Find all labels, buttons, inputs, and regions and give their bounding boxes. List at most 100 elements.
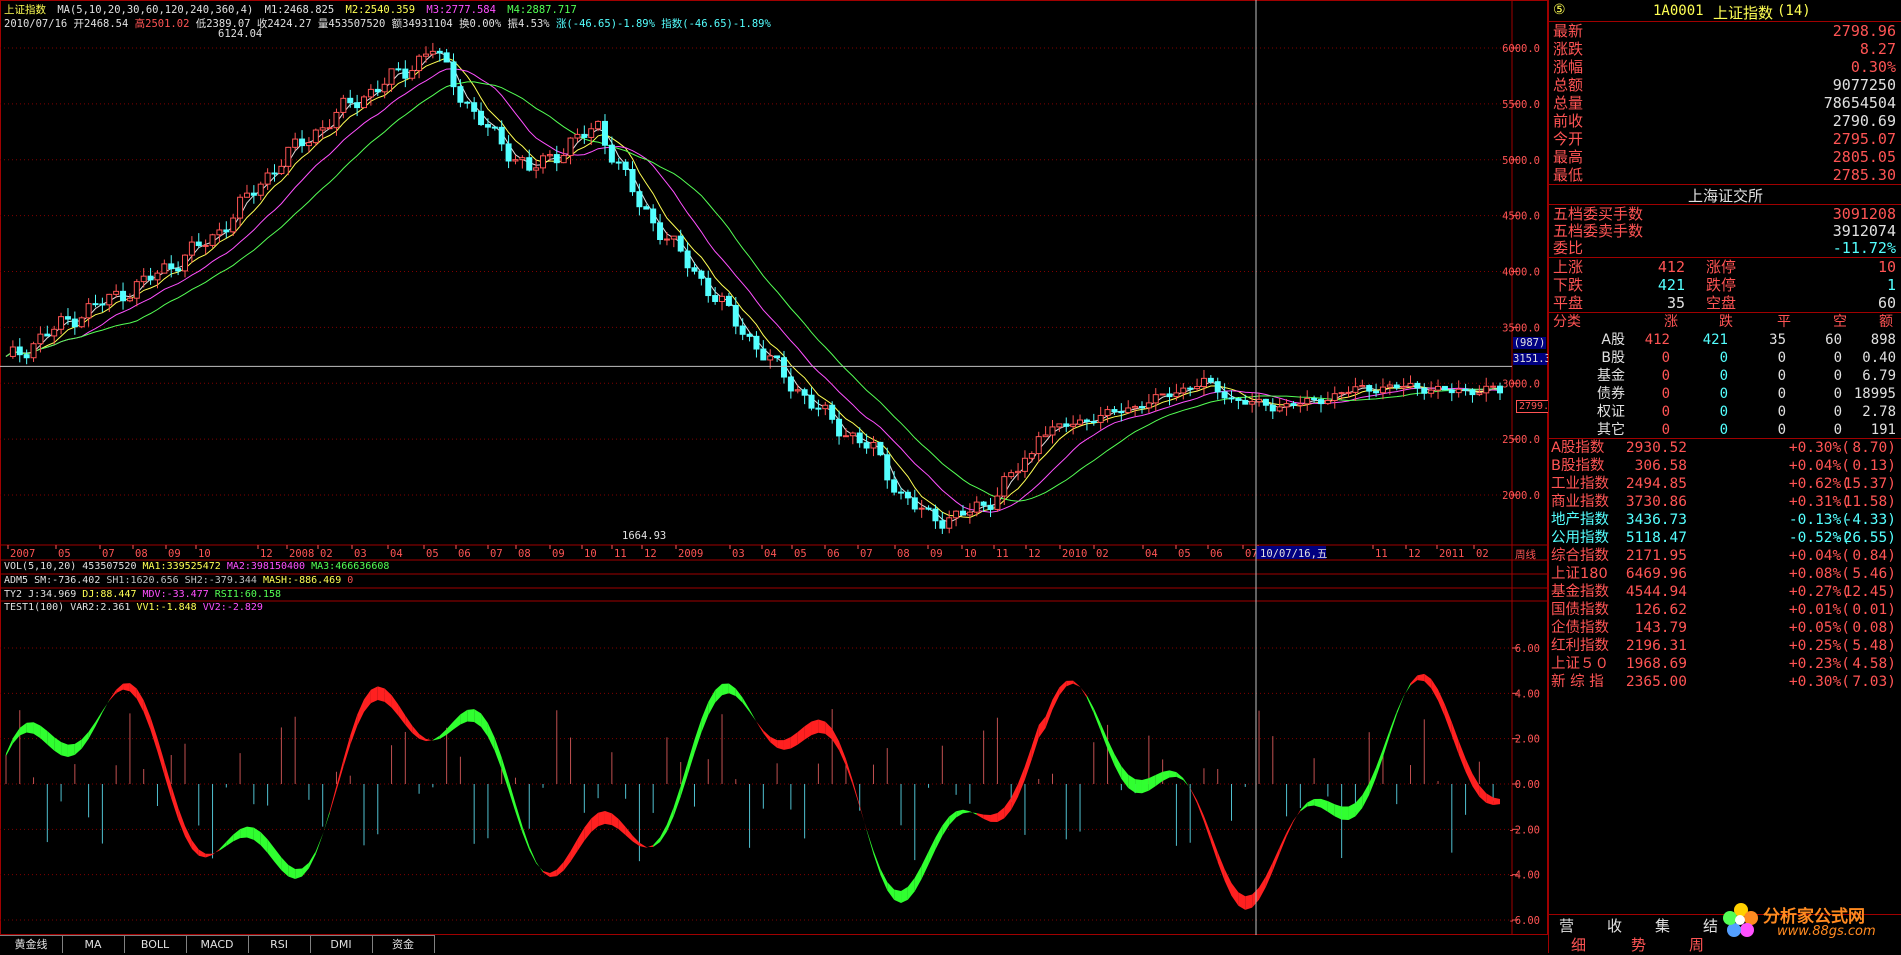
tab-macd[interactable]: MACD [186,935,249,953]
index-row[interactable]: 综合指数 2171.95 +0.04%(0.84) [1549,547,1901,565]
indicator-ribbon [1369,767,1377,795]
ty2-indicator-line: TY2 J:34.969 DJ:88.447 MDV:-33.477 RSI1:… [4,589,281,600]
panel-tab-week[interactable]: 周 [1689,934,1704,955]
quote-label: 今开 [1553,130,1584,148]
quote-value: 78654504 [1823,94,1896,112]
quote-value: 2785.30 [1832,166,1896,184]
table-cell-flat: 0 [1777,350,1786,366]
candle-body [1359,385,1366,388]
indicator-ribbon [12,727,20,744]
index-row[interactable]: 基金指数 4544.94 +0.27%(12.45) [1549,583,1901,601]
index-row[interactable]: 国债指数 126.62 +0.01%(0.01) [1549,601,1901,619]
index-row[interactable]: 上证180 6469.96 +0.08%(5.46) [1549,565,1901,583]
candle-body [1462,388,1469,391]
candle-body [994,495,1001,510]
table-cell-up: 0 [1661,350,1670,366]
index-row[interactable]: A股指数 2930.52 +0.30%(8.70) [1549,439,1901,457]
index-change: +0.25%( [1788,638,1850,654]
candle-body [1015,470,1022,474]
table-cell-name: 基金 [1597,368,1625,384]
tab-capital[interactable]: 资金 [372,935,435,953]
candle-body [154,272,161,281]
indicator-ribbon [1038,716,1046,738]
adm5-sh1: SH1:1620.656 [106,575,179,586]
indicator-ribbon [157,738,165,776]
indicator-ribbon [749,709,757,722]
indicator-ribbon [1080,686,1087,699]
indicator-ribbon [364,689,371,712]
time-tick-label: 11 [996,548,1009,560]
index-row[interactable]: 上证５０ 1968.69 +0.23%(4.58) [1549,655,1901,673]
price-tick-label: 2500.0 [1502,434,1540,446]
indicator-ribbon [653,837,661,848]
index-row[interactable]: B股指数 306.58 +0.04%(0.13) [1549,457,1901,475]
candle-body [1063,423,1070,427]
candle-body [450,61,457,88]
period-label[interactable]: 周线 [1515,547,1536,562]
tab-ma[interactable]: MA [62,935,125,953]
index-row[interactable]: 商业指数 3730.86 +0.31%(11.58) [1549,493,1901,511]
index-row[interactable]: 地产指数 3436.73 -0.13%(-4.33) [1549,511,1901,529]
candle-body [959,510,966,516]
tab-boll[interactable]: BOLL [124,935,187,953]
time-tick-label: 05 [426,548,439,560]
index-row[interactable]: 新 综 指 2365.00 +0.30%(7.03) [1549,673,1901,691]
candle-body [9,346,16,357]
index-amount: 7.03) [1852,674,1896,690]
time-tick-label: 03 [732,548,745,560]
tab-dmi[interactable]: DMI [310,935,373,953]
indicator-ribbon [625,826,633,842]
indicator-ribbon [742,697,750,712]
candle-body [877,441,884,456]
vol-value: 453507520 [82,561,137,572]
panel-tab-detail[interactable]: 细 [1571,934,1586,955]
index-row[interactable]: 工业指数 2494.85 +0.62%(15.37) [1549,475,1901,493]
index-amount: 4.58) [1852,656,1896,672]
indicator-ribbon [701,701,709,733]
indicator-ribbon [1141,778,1149,794]
index-name: 商业指数 [1551,494,1609,510]
indicator-ribbon [1066,680,1074,687]
index-row[interactable]: 公用指数 5118.47 -0.52%(-26.55) [1549,529,1901,547]
badge-icon[interactable]: ⑤ [1553,2,1566,18]
candle-body [1400,386,1407,389]
panel-tab-2[interactable]: 收 [1607,915,1622,936]
candle-body [71,318,78,328]
panel-tab-4[interactable]: 结 [1703,915,1718,936]
panel-tab-3[interactable]: 集 [1655,915,1670,936]
tab-rsi[interactable]: RSI [248,935,311,953]
indicator-ribbon [308,851,316,869]
candle-body [395,68,402,71]
candle-body [1214,381,1221,393]
indicator-ribbon [288,864,296,879]
candle-body [533,167,540,171]
index-row[interactable]: 红利指数 2196.31 +0.25%(5.48) [1549,637,1901,655]
table-cell-down: 0 [1719,368,1728,384]
order-row: 五档委买手数 3091208 [1549,205,1901,223]
candle-body [946,517,953,529]
indicator-ribbon [1231,882,1239,906]
indicator-ribbon [253,827,261,846]
table-header-cell: 额 [1879,314,1893,330]
panel-tab-1[interactable]: 营 [1559,915,1574,936]
indicator-ribbon [1286,820,1294,837]
peak-label: 6124.04 [218,28,263,40]
tab-golden-line[interactable]: 黄金线 [0,935,63,953]
test1-name: TEST1(100) [4,602,65,613]
candle-body [429,50,436,55]
indicator-ribbon [570,839,578,862]
candle-body [99,303,106,306]
candle-body [663,238,670,241]
flower-logo-icon [1723,903,1758,937]
kline-chart-area[interactable]: 6000.0 5500.0 5000.0 4500.0 4000.0 3500.0 3000… [0,0,1548,935]
candle-body [140,275,147,283]
time-tick-label: 04 [1145,548,1158,560]
table-cell-name: 其它 [1597,422,1625,438]
index-value: 4544.94 [1625,584,1687,600]
breadth-label-1: 平盘 [1553,294,1584,312]
index-row[interactable]: 企债指数 143.79 +0.05%(0.08) [1549,619,1901,637]
candle-body [746,333,753,337]
candle-body [670,235,677,240]
indicator-ribbon [95,710,103,727]
panel-tab-trend[interactable]: 势 [1631,934,1646,955]
